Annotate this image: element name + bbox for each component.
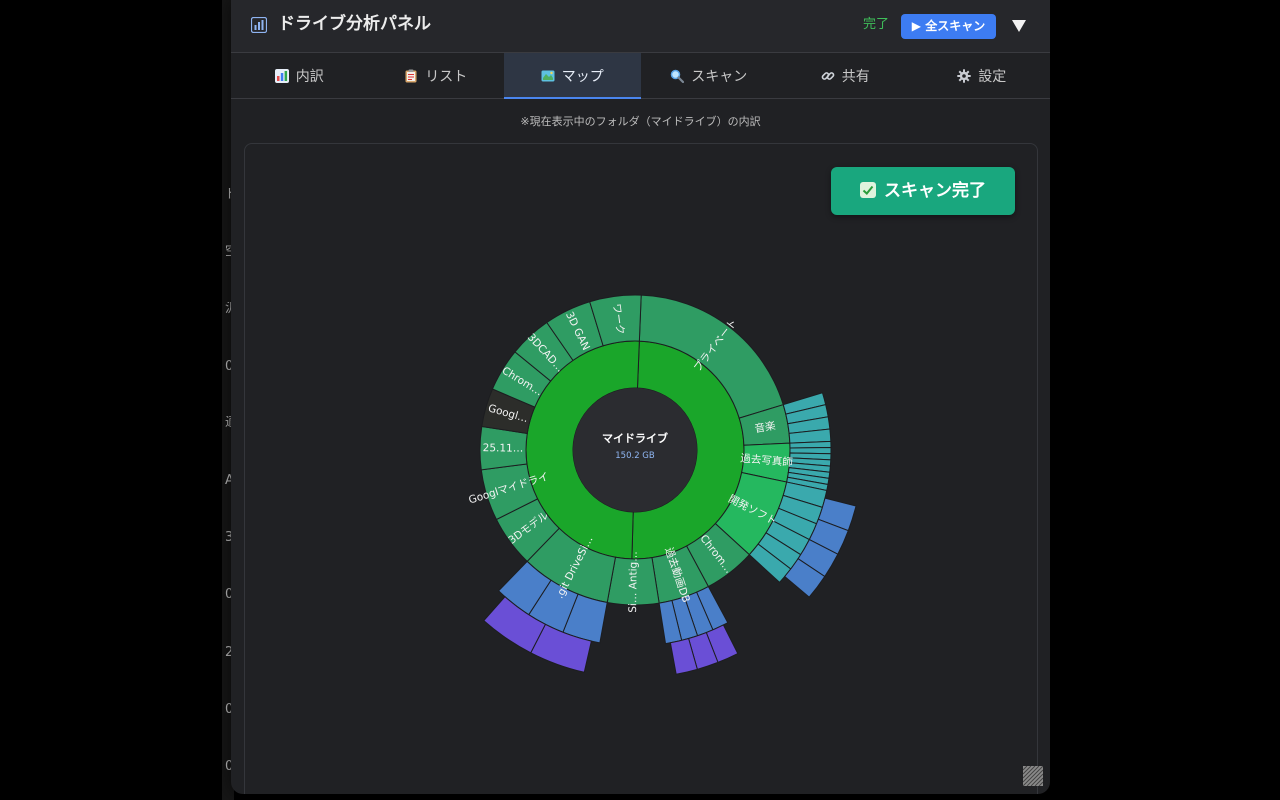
tab-breakdown[interactable]: 内訳 xyxy=(231,53,368,98)
check-icon xyxy=(860,182,876,198)
scan-done-label: スキャン完了 xyxy=(884,181,986,201)
bar-chart-icon xyxy=(274,68,289,83)
tab-label: リスト xyxy=(425,68,468,85)
tab-label: 内訳 xyxy=(295,68,324,85)
tab-label: 設定 xyxy=(978,68,1007,85)
scan-all-button[interactable]: ▶ 全スキャン xyxy=(901,14,996,39)
drive-analysis-panel: ドライブ分析パネル 完了 ▶ 全スキャン 内訳 リスト マップ スキャン 共有 … xyxy=(231,0,1050,794)
scan-done-badge[interactable]: スキャン完了 xyxy=(831,167,1015,215)
link-icon xyxy=(821,71,835,80)
sunburst-map-area: プライベート 音楽 過去写真師 開発ソフト Chrom… 過去動画DB Si… Antig…… xyxy=(244,143,1038,794)
map-icon xyxy=(541,70,555,81)
clipboard-icon xyxy=(405,69,417,82)
sunburst-center[interactable] xyxy=(573,388,697,512)
tab-bar: 内訳 リスト マップ スキャン 共有 設定 xyxy=(231,53,1050,99)
sunburst-chart: プライベート音楽過去写真師開発ソフトChrom…過去動画DBSi… Antig…… xyxy=(467,294,857,675)
sunburst-label: 25.11… xyxy=(483,442,524,454)
map-caption: ※現在表示中のフォルダ（マイドライブ）の内訳 xyxy=(520,115,761,128)
sunburst-root-name: マイドライブ xyxy=(602,431,668,445)
magnifier-icon xyxy=(671,69,685,83)
sunburst-root-size: 150.2 GB xyxy=(615,451,655,461)
tab-label: 共有 xyxy=(841,68,870,85)
tab-settings[interactable]: 設定 xyxy=(914,53,1051,98)
tab-scan[interactable]: スキャン xyxy=(641,53,778,98)
bar-chart-icon xyxy=(251,17,267,33)
panel-title: ドライブ分析パネル xyxy=(278,14,431,34)
triangle-down-icon[interactable] xyxy=(1009,14,1029,36)
tab-map[interactable]: マップ xyxy=(504,53,641,99)
tab-label: スキャン xyxy=(691,68,748,85)
status-text: 完了 xyxy=(863,17,890,32)
resize-handle-icon[interactable] xyxy=(1023,766,1043,786)
sunburst-label: Si… Antig… xyxy=(627,551,640,613)
panel-header: ドライブ分析パネル 完了 ▶ 全スキャン xyxy=(231,0,1050,53)
tab-share[interactable]: 共有 xyxy=(777,53,914,98)
gear-icon xyxy=(957,68,971,83)
tab-list[interactable]: リスト xyxy=(368,53,505,98)
tab-label: マップ xyxy=(561,68,604,85)
